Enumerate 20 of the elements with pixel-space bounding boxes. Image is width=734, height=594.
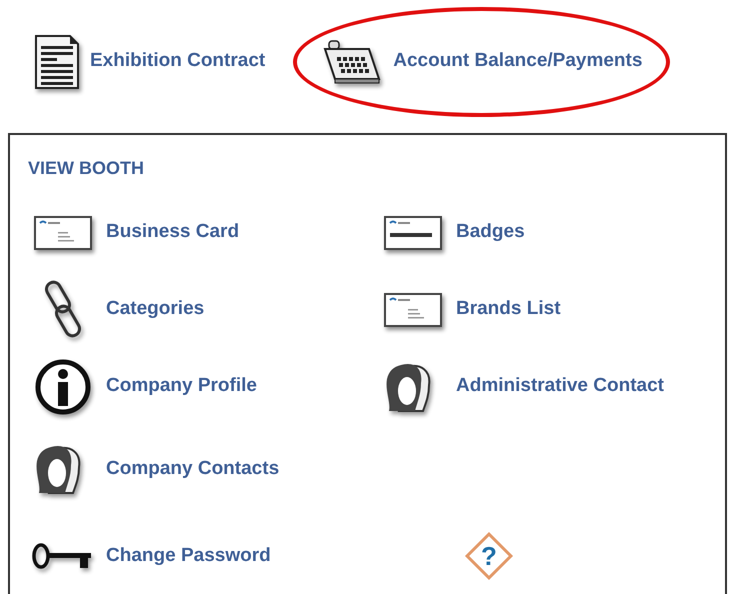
key-icon <box>32 541 94 571</box>
section-title: VIEW BOOTH <box>28 157 144 180</box>
menu-link[interactable]: Badges <box>456 218 525 247</box>
document-icon <box>34 34 80 90</box>
chain-link-icon <box>45 278 81 340</box>
help-button[interactable]: ? <box>465 532 513 580</box>
business-card-icon <box>34 216 92 250</box>
menu-link[interactable]: Company Contacts <box>106 454 280 484</box>
menu-link[interactable]: Business Card <box>106 218 240 247</box>
menu-link[interactable]: Categories <box>106 295 204 324</box>
menu-link[interactable]: Account Balance/Payments <box>393 47 642 76</box>
menu-link[interactable]: Exhibition Contract <box>90 47 266 76</box>
badge-icon <box>384 216 442 250</box>
info-icon <box>35 358 91 414</box>
menu-link[interactable]: Brands List <box>456 295 561 324</box>
menu-link[interactable]: Administrative Contact <box>456 372 664 401</box>
menu-link[interactable]: Change Password <box>106 542 271 570</box>
menu-link[interactable]: Company Profile <box>106 372 257 401</box>
business-card-icon <box>384 292 442 326</box>
calculator-icon <box>321 38 384 84</box>
